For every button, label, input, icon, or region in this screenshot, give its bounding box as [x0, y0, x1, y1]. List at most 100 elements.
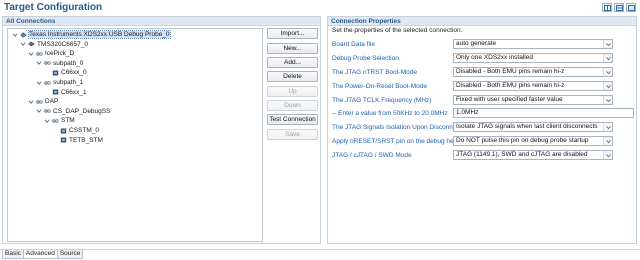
import-button[interactable]: Import...	[267, 28, 318, 39]
tab-source[interactable]: Source	[56, 250, 84, 259]
property-label: The JTAG TCLK Frequency (MHz)	[332, 97, 432, 104]
property-dropdown[interactable]: Disabled - Both EMU pins remain hi-z	[453, 81, 613, 91]
tab-basic[interactable]: Basic	[2, 250, 24, 259]
connection-properties-header: Connection Properties	[328, 17, 636, 26]
expand-icon	[44, 70, 50, 76]
tree-node[interactable]: CSSTM_0	[52, 126, 99, 135]
all-connections-panel: All Connections Texas Instruments XDS2xx…	[2, 16, 321, 244]
collapse-icon[interactable]	[36, 60, 42, 66]
property-dropdown[interactable]: Fixed with user specified faster value	[453, 95, 613, 105]
tree-node-label: IcePick_D	[45, 50, 75, 58]
router-icon	[36, 51, 43, 56]
chevron-down-icon[interactable]	[603, 123, 612, 131]
tree-node-label: STM	[61, 117, 75, 125]
property-label: The Power-On-Reset Boot-Mode	[332, 83, 428, 90]
down-button[interactable]: Down	[267, 100, 318, 111]
dropdown-value: Disabled - Both EMU pins remain hi-z	[456, 82, 565, 89]
layout-horizontal-button[interactable]	[602, 3, 612, 12]
tree-node[interactable]: DAP	[28, 97, 58, 106]
title-bar: Target Configuration	[0, 0, 640, 15]
layout-vertical-button[interactable]	[614, 3, 624, 12]
help-button[interactable]	[626, 3, 636, 12]
property-row: The JTAG nTRST Boot-Mode Disabled - Both …	[332, 67, 634, 78]
layout-vertical-icon	[615, 4, 623, 11]
collapse-icon[interactable]	[36, 80, 42, 86]
cpu-icon	[60, 128, 67, 133]
property-label: Debug Probe Selection	[332, 55, 399, 62]
tree-node[interactable]: subpath_1	[36, 78, 83, 87]
property-row: The JTAG Signals Isolation Upon Disconne…	[332, 122, 634, 133]
tree-node[interactable]: Texas Instruments XDS2xx USB Debug Probe…	[12, 30, 171, 39]
property-row: Apply nRESET/SRST pin on the debug heade…	[332, 136, 634, 147]
tree-node-label: C66xx_0	[61, 69, 87, 77]
dropdown-value: Fixed with user specified faster value	[456, 96, 563, 103]
help-icon	[627, 4, 635, 11]
tree-node[interactable]: CS_DAP_DebugSS	[36, 107, 110, 116]
tab-advanced[interactable]: Advanced	[22, 250, 58, 259]
router-icon	[36, 99, 43, 104]
chevron-down-icon[interactable]	[603, 68, 612, 76]
chevron-down-icon[interactable]	[603, 137, 612, 145]
dropdown-value: Disabled - Both EMU pins remain hi-z	[456, 68, 565, 75]
tree-node[interactable]: IcePick_D	[28, 49, 74, 58]
chevron-down-icon[interactable]	[603, 54, 612, 62]
device-icon	[28, 41, 35, 47]
tree-node-label: DAP	[45, 98, 59, 106]
property-dropdown[interactable]: Disabled - Both EMU pins remain hi-z	[453, 67, 613, 77]
add-button[interactable]: Add...	[267, 57, 318, 68]
tree-node[interactable]: C66xx_0	[44, 68, 87, 77]
chevron-down-icon[interactable]	[603, 151, 612, 159]
collapse-icon[interactable]	[12, 32, 18, 38]
dropdown-value: Only one XDS2xx installed	[456, 54, 533, 61]
tree-node[interactable]: C66xx_1	[44, 88, 87, 97]
property-dropdown[interactable]: Isolate JTAG signals when last client di…	[453, 122, 613, 132]
collapse-icon[interactable]	[28, 99, 34, 105]
collapse-icon[interactable]	[28, 51, 34, 57]
expand-icon	[52, 137, 58, 143]
tree-node[interactable]: TETB_STM	[52, 136, 103, 145]
tree-node-label: TMS320C6657_0	[37, 40, 88, 48]
chevron-down-icon[interactable]	[603, 40, 612, 48]
connections-tree[interactable]: Texas Instruments XDS2xx USB Debug Probe…	[7, 28, 263, 242]
tree-node[interactable]: subpath_0	[36, 59, 83, 68]
cpu-icon	[52, 89, 59, 95]
tree-node-label: TETB_STM	[69, 136, 103, 144]
router-icon	[52, 119, 59, 123]
save-button[interactable]: Save	[267, 129, 318, 140]
editor-tabs: Basic Advanced Source	[2, 250, 84, 259]
property-row: JTAG / cJTAG / SWD Mode JTAG (1149.1), SW…	[332, 150, 634, 161]
collapse-icon[interactable]	[44, 118, 50, 124]
probe-icon	[20, 31, 27, 38]
chevron-down-icon[interactable]	[603, 82, 612, 90]
property-row: -- Enter a value from 50KHz to 20.0MHz 1.…	[332, 108, 634, 119]
dropdown-value: auto generate	[456, 40, 497, 47]
delete-button[interactable]: Delete	[267, 71, 318, 82]
expand-icon	[52, 128, 58, 134]
tree-node-label: CSSTM_0	[69, 127, 99, 134]
expand-icon	[44, 89, 50, 95]
dropdown-value: JTAG (1149.1), SWD and cJTAG are disable…	[456, 151, 588, 158]
tree-node[interactable]: STM	[44, 116, 75, 125]
layout-horizontal-icon	[603, 4, 611, 11]
property-label: Apply nRESET/SRST pin on the debug heade…	[332, 138, 467, 145]
new-button[interactable]: New...	[267, 43, 318, 54]
chevron-down-icon[interactable]	[603, 96, 612, 104]
property-label: The JTAG nTRST Boot-Mode	[332, 69, 418, 76]
test-connection-button[interactable]: Test Connection	[267, 114, 318, 125]
tree-node[interactable]: TMS320C6657_0	[20, 40, 88, 49]
property-dropdown[interactable]: JTAG (1149.1), SWD and cJTAG are disable…	[453, 150, 613, 160]
collapse-icon[interactable]	[20, 41, 26, 47]
tree-node-label: C66xx_1	[61, 88, 87, 96]
property-dropdown[interactable]: Do NOT pulse this pin on debug probe sta…	[453, 136, 613, 146]
up-button[interactable]: Up	[267, 86, 318, 97]
properties-description: Set the properties of the selected conne…	[332, 27, 463, 34]
tree-node-label: Texas Instruments XDS2xx USB Debug Probe…	[28, 30, 171, 39]
property-label: The JTAG Signals Isolation Upon Disconne…	[332, 124, 462, 131]
property-dropdown[interactable]: Only one XDS2xx installed	[453, 53, 613, 63]
connection-properties-panel: Connection Properties Set the properties…	[327, 16, 637, 244]
tclk-frequency-input[interactable]: 1.0MHz	[453, 108, 634, 118]
property-dropdown[interactable]: auto generate	[453, 39, 613, 49]
title-toolbar	[602, 3, 636, 12]
collapse-icon[interactable]	[36, 108, 42, 114]
property-row: Debug Probe Selection Only one XDS2xx ins…	[332, 53, 634, 64]
